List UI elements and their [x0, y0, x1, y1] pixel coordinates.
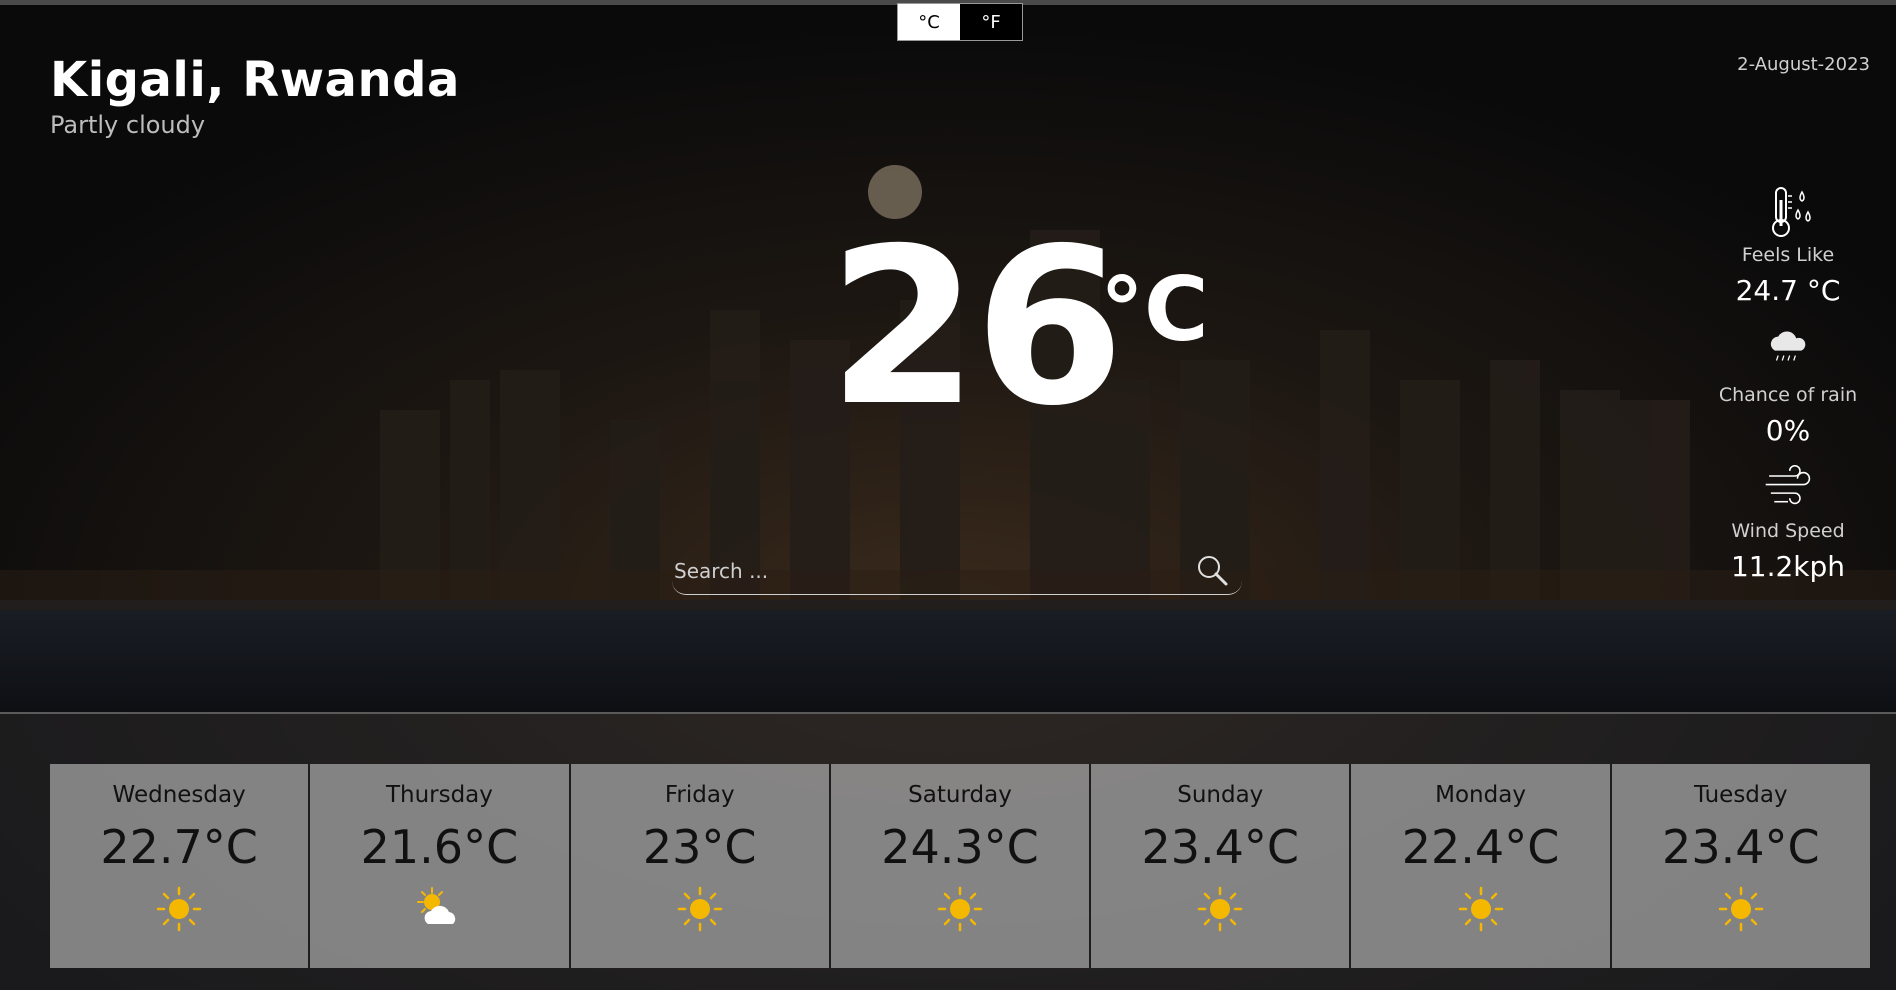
fahrenheit-button[interactable]: °F — [960, 4, 1022, 40]
city-name: Kigali, Rwanda — [50, 52, 460, 108]
section-divider — [0, 712, 1896, 714]
forecast-card: Thursday 21.6°C — [310, 764, 571, 968]
sun-icon — [937, 886, 983, 932]
sun-icon — [1458, 886, 1503, 932]
chance-of-rain-panel: Chance of rain 0% — [1708, 326, 1868, 447]
forecast-temp: 23.4°C — [1141, 820, 1300, 874]
forecast-row: Wednesday 22.7°C Thursday 21.6°C Friday — [50, 764, 1870, 968]
forecast-day: Thursday — [385, 782, 493, 808]
forecast-card: Friday 23°C — [570, 764, 831, 968]
rain-cloud-icon — [1770, 331, 1806, 361]
current-temperature-unit: °C — [1100, 258, 1209, 361]
forecast-temp: 22.7°C — [100, 820, 258, 874]
feels-like-panel: Feels Like 24.7 °C — [1708, 184, 1868, 307]
wind-speed-value: 11.2kph — [1730, 550, 1846, 583]
weather-condition: Partly cloudy — [50, 111, 206, 139]
forecast-temp: 23.4°C — [1662, 820, 1820, 874]
forecast-day: Monday — [1435, 782, 1526, 808]
forecast-day: Sunday — [1177, 782, 1264, 808]
forecast-temp: 22.4°C — [1401, 820, 1560, 874]
current-temperature: 26 — [828, 202, 1125, 453]
sun-icon — [677, 886, 722, 932]
sun-icon — [156, 886, 202, 932]
forecast-card: Wednesday 22.7°C — [50, 764, 311, 968]
chance-of-rain-value: 0% — [1765, 414, 1811, 447]
forecast-day: Saturday — [908, 782, 1012, 808]
forecast-card: Monday 22.4°C — [1351, 764, 1612, 968]
forecast-card: Sunday 23.4°C — [1091, 764, 1352, 968]
forecast-card: Tuesday 23.4°C — [1611, 764, 1870, 968]
forecast-temp: 21.6°C — [360, 820, 519, 874]
chance-of-rain-label: Chance of rain — [1718, 384, 1858, 406]
sun-icon — [1198, 886, 1243, 932]
thermometer-icon — [1772, 187, 1811, 237]
forecast-day: Friday — [664, 782, 735, 808]
search-icon[interactable] — [1194, 552, 1230, 588]
sun-icon — [1718, 886, 1764, 932]
forecast-card: Saturday 24.3°C — [830, 764, 1092, 968]
partly-cloudy-icon — [417, 887, 456, 924]
unit-toggle: °C °F — [897, 3, 1023, 41]
forecast-temp: 24.3°C — [881, 820, 1039, 874]
feels-like-value: 24.7 °C — [1735, 274, 1841, 307]
celsius-button[interactable]: °C — [898, 4, 960, 40]
wind-icon — [1765, 464, 1811, 505]
search-input[interactable] — [672, 554, 1176, 588]
wind-speed-label: Wind Speed — [1731, 520, 1845, 542]
current-date: 2-August-2023 — [1737, 54, 1870, 75]
search-bar — [672, 548, 1242, 595]
forecast-day: Tuesday — [1694, 782, 1788, 808]
wind-speed-panel: Wind Speed 11.2kph — [1708, 464, 1868, 583]
forecast-day: Wednesday — [112, 782, 246, 808]
forecast-temp: 23°C — [642, 820, 757, 874]
feels-like-label: Feels Like — [1741, 244, 1835, 266]
